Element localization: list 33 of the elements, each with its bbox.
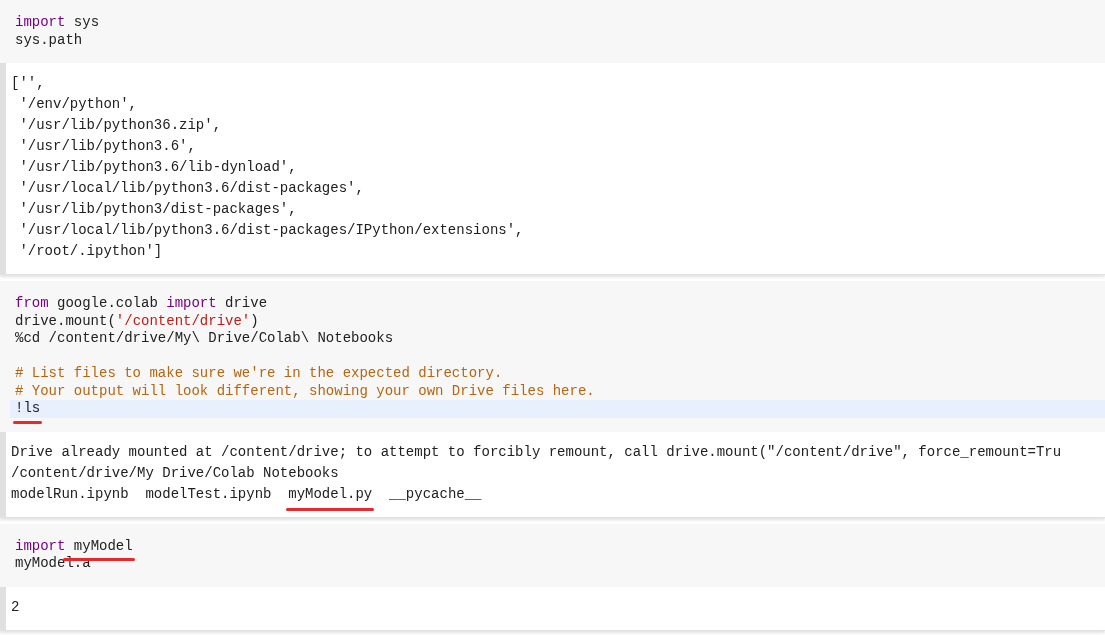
output-text: '/usr/lib/python3/dist-packages', — [18, 201, 297, 217]
code-text: # List files to make sure we're in the expected directory. — [15, 365, 503, 381]
code-text: !ls — [15, 400, 41, 416]
output-text: '/usr/lib/python3.6', — [18, 138, 196, 154]
output-text: '/root/.ipython'] — [18, 243, 163, 259]
output-text: '/usr/lib/python36.zip', — [18, 117, 222, 133]
output-text: __pycache__ — [388, 485, 482, 502]
output-text: 2 — [11, 598, 20, 615]
output-text: Drive already mounted at /content/drive; to attempt to forcibly remount, call drive.mount("/content/drive", force_remount=Tru — [11, 443, 1062, 460]
code-text: drive.mount( — [15, 312, 116, 329]
code-text: myModel — [72, 537, 133, 554]
output-text: modelRun.ipynb modelTest.ipynb — [11, 485, 273, 502]
output-text: ['', — [11, 75, 45, 91]
code-text: '/content/drive' — [115, 312, 251, 329]
code-text: sys — [72, 14, 100, 30]
code-text: # Your output will look different, showing your own Drive files here. — [15, 382, 595, 399]
code-text: import — [15, 14, 66, 30]
code-text: google.colab — [56, 295, 159, 311]
code-text: drive — [224, 295, 268, 311]
code-text: import — [166, 295, 217, 311]
output-text: '/env/python', — [18, 96, 138, 112]
code-text: sys.path — [15, 31, 83, 48]
code-text: from — [15, 295, 49, 311]
output-text: myModel.py — [288, 485, 373, 502]
output-text: /content/drive/My Drive/Colab Notebooks — [11, 464, 339, 481]
code-cell[interactable] — [0, 281, 1105, 432]
code-cell[interactable]: import sys sys.path — [0, 0, 1105, 63]
output-text: '/usr/local/lib/python3.6/dist-packages', — [18, 180, 364, 196]
code-text: %cd /content/drive/My\ Drive/Colab\ Notebooks — [15, 330, 394, 346]
output-text: '/usr/local/lib/python3.6/dist-packages/IPython/extensions', — [18, 222, 524, 238]
output-text: '/usr/lib/python3.6/lib-dynload', — [18, 159, 297, 175]
code-text: import — [15, 537, 66, 554]
code-text: ) — [250, 312, 259, 329]
